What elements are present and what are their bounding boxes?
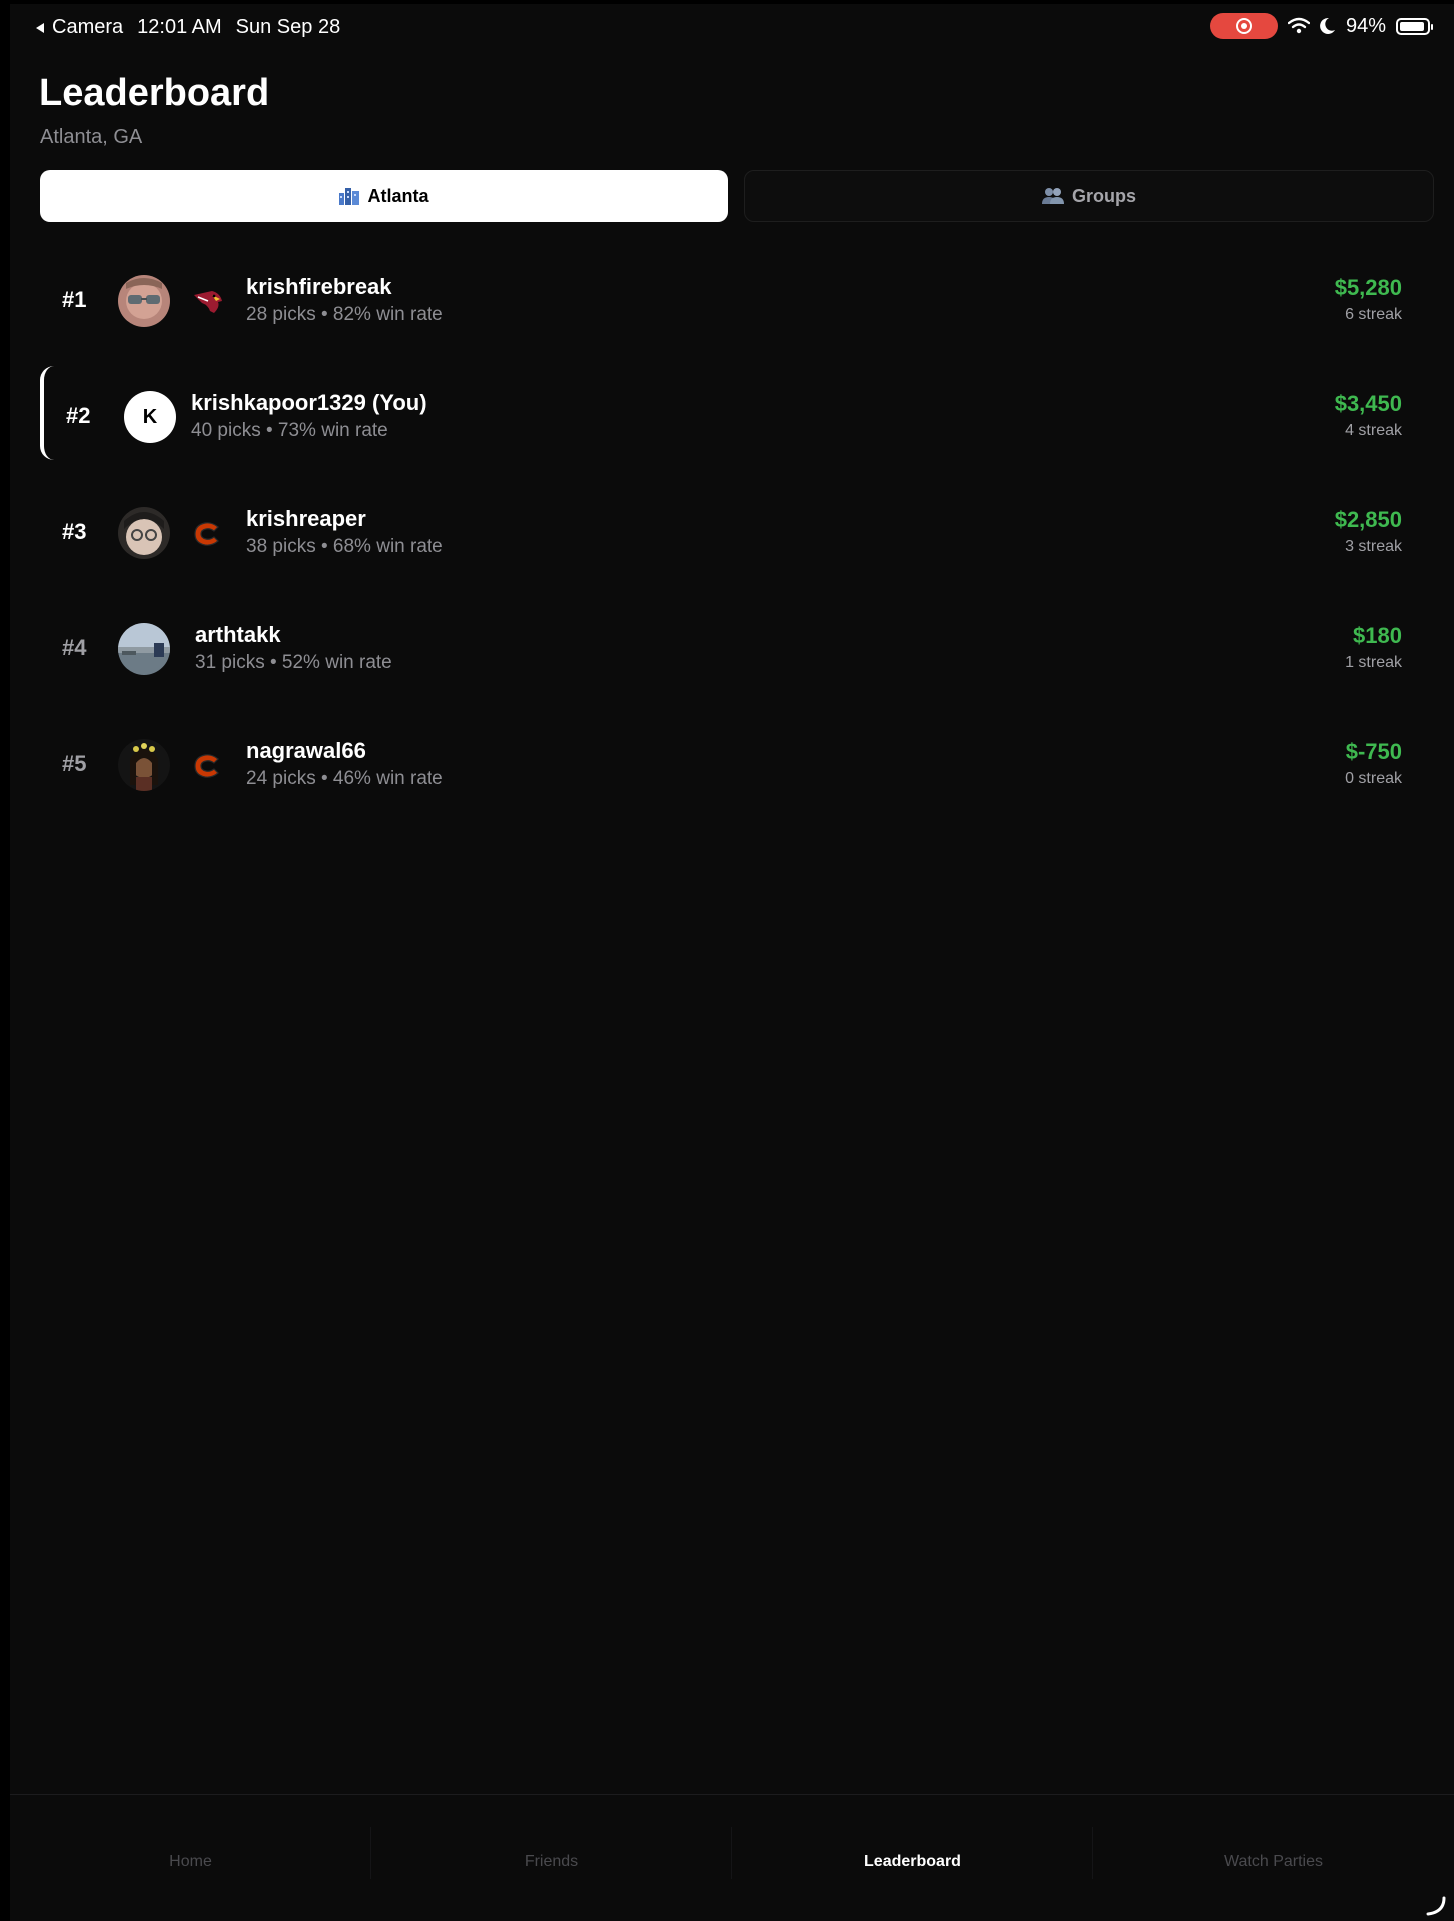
user-stats: 28 picks • 82% win rate [246,304,443,325]
segment-groups-label: Groups [1071,185,1136,206]
rank-label: #1 [62,287,87,312]
streak-count: 1 streak [1345,654,1402,671]
leaderboard-row[interactable]: #3 krishreaper 38 picks • 68% win rate $… [10,476,1454,592]
status-left: Camera 12:01 AM Sun Sep 28 [34,16,340,39]
earnings-amount: $180 [1353,623,1402,648]
user-stats: 31 picks • 52% win rate [195,652,392,673]
username: nagrawal66 [246,738,366,763]
avatar: K [124,391,176,443]
username: arthtakk [195,622,281,647]
avatar [118,623,170,675]
tab-home-label: Home [169,1853,212,1870]
avatar-initial: K [142,405,158,428]
cityscape-icon [339,188,360,205]
record-icon [1235,18,1252,34]
battery-icon [1396,17,1433,35]
earnings-amount: $2,850 [1334,507,1402,532]
bears-logo-icon [194,754,219,778]
leaderboard-row[interactable]: #1 krishfirebreak 28 picks • 82% win rat [10,244,1454,360]
tab-watch-parties-label: Watch Parties [1224,1853,1323,1870]
leaderboard-row-current-user[interactable]: #2 K krishkapoor1329 (You) 40 picks • 73… [10,360,1454,476]
rank-label: #2 [66,403,91,428]
username: krishreaper [246,506,366,531]
bottom-tab-bar: Home Friends Leaderboard Watch Parties [10,1794,1454,1921]
tab-watch-parties[interactable]: Watch Parties [1093,1795,1454,1921]
segment-atlanta-label: Atlanta [367,185,429,206]
moon-icon [1320,17,1335,34]
rank-label: #4 [62,635,87,660]
streak-count: 0 streak [1345,770,1402,787]
status-date: Sun Sep 28 [235,16,341,38]
screen-recording-indicator[interactable] [1209,13,1278,39]
rank-label: #3 [62,519,87,544]
avatar [118,739,170,791]
app-screen: Camera 12:01 AM Sun Sep 28 94% Leaderboa… [10,4,1454,1921]
leaderboard-row[interactable]: #5 nagrawal66 24 picks • 46% win rate $-… [10,708,1454,824]
user-stats: 24 picks • 46% win rate [246,768,443,789]
streak-count: 4 streak [1345,422,1402,439]
tab-leaderboard-label: Leaderboard [864,1853,961,1870]
streak-count: 6 streak [1345,306,1402,323]
back-triangle-icon [36,22,44,33]
user-stats: 38 picks • 68% win rate [246,536,443,557]
user-stats: 40 picks • 73% win rate [191,420,388,441]
streak-count: 3 streak [1345,538,1402,555]
segment-groups[interactable]: Groups [744,170,1434,222]
bears-logo-icon [194,522,219,546]
people-icon [1041,188,1064,204]
status-bar: Camera 12:01 AM Sun Sep 28 94% [10,4,1454,52]
status-right: 94% [1209,13,1433,39]
tab-friends[interactable]: Friends [371,1795,732,1921]
leaderboard-row[interactable]: #4 arthtakk 31 picks • 52% win rate $180… [10,592,1454,708]
tab-leaderboard[interactable]: Leaderboard [732,1795,1093,1921]
battery-percent: 94% [1345,14,1386,37]
battery-level [1400,21,1425,31]
earnings-amount: $5,280 [1334,275,1402,300]
location-subtitle: Atlanta, GA [40,126,143,148]
earnings-amount: $-750 [1345,739,1402,764]
cardinals-logo-icon [194,291,222,313]
back-label: Camera [52,16,124,38]
rank-label: #5 [62,751,87,776]
tab-friends-label: Friends [524,1853,579,1870]
username: krishkapoor1329 (You) [191,390,427,415]
status-time: 12:01 AM [137,16,222,38]
earnings-amount: $3,450 [1334,391,1402,416]
segment-atlanta[interactable]: Atlanta [40,170,728,222]
scope-segmented-control: Atlanta Groups [40,170,1434,222]
corner-curve-icon [1426,1896,1446,1916]
username: krishfirebreak [246,274,392,299]
avatar [118,275,170,327]
back-to-camera-link[interactable]: Camera [34,16,123,39]
avatar [118,507,170,559]
tab-home[interactable]: Home [10,1795,371,1921]
wifi-icon [1287,17,1310,34]
page-title: Leaderboard [39,72,270,114]
